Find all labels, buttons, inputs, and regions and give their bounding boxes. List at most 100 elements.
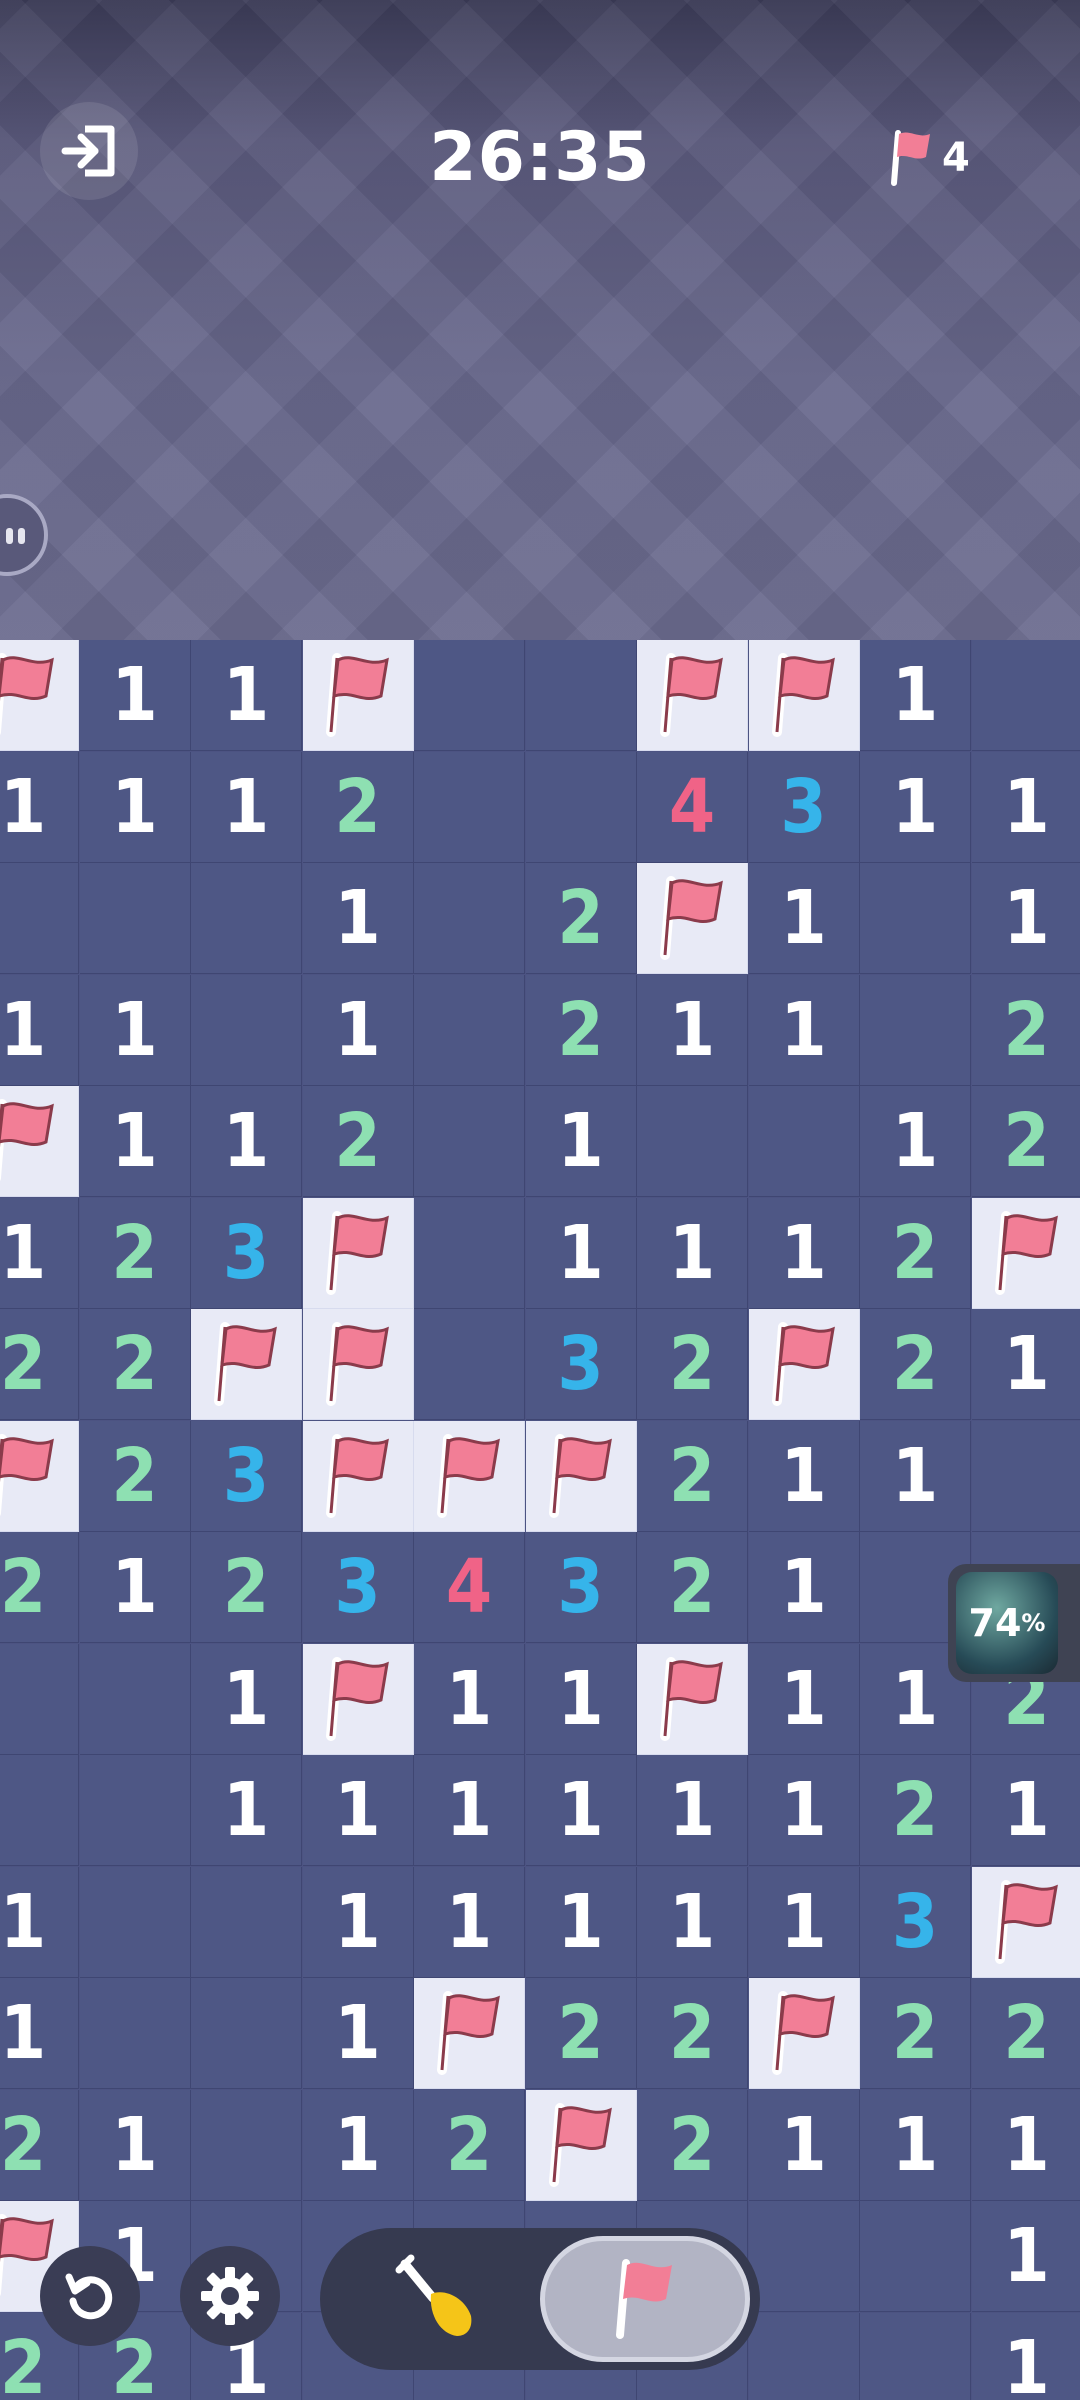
number-cell[interactable]: 2 xyxy=(0,1309,79,1420)
hidden-cell[interactable] xyxy=(971,640,1080,751)
number-cell[interactable]: 2 xyxy=(0,1532,79,1643)
number-cell[interactable]: 1 xyxy=(79,1532,191,1643)
number-cell[interactable]: 1 xyxy=(414,1755,525,1866)
number-cell[interactable]: 2 xyxy=(191,1532,302,1643)
settings-button[interactable] xyxy=(180,2246,280,2346)
hidden-cell[interactable] xyxy=(637,1086,748,1197)
flagged-cell[interactable] xyxy=(0,1086,79,1197)
floating-progress-widget[interactable]: 74% xyxy=(948,1564,1080,1682)
number-cell[interactable]: 1 xyxy=(525,1755,637,1866)
number-cell[interactable]: 2 xyxy=(79,1309,191,1420)
number-cell[interactable]: 2 xyxy=(860,1309,971,1420)
number-cell[interactable]: 1 xyxy=(302,1755,414,1866)
number-cell[interactable]: 2 xyxy=(637,1532,748,1643)
number-cell[interactable]: 3 xyxy=(191,1420,302,1532)
hidden-cell[interactable] xyxy=(971,1420,1080,1532)
number-cell[interactable]: 2 xyxy=(860,1197,971,1309)
hidden-cell[interactable] xyxy=(748,2312,860,2400)
number-cell[interactable]: 1 xyxy=(302,863,414,974)
number-cell[interactable]: 1 xyxy=(971,2312,1080,2400)
hidden-cell[interactable] xyxy=(79,863,191,974)
hidden-cell[interactable] xyxy=(414,863,525,974)
number-cell[interactable]: 1 xyxy=(860,1086,971,1197)
number-cell[interactable]: 1 xyxy=(637,1197,748,1309)
hidden-cell[interactable] xyxy=(414,1086,525,1197)
number-cell[interactable]: 1 xyxy=(79,751,191,863)
number-cell[interactable]: 1 xyxy=(525,1643,637,1755)
number-cell[interactable]: 1 xyxy=(79,1086,191,1197)
number-cell[interactable]: 1 xyxy=(748,1420,860,1532)
number-cell[interactable]: 1 xyxy=(0,1866,79,1978)
number-cell[interactable]: 1 xyxy=(971,863,1080,974)
hidden-cell[interactable] xyxy=(748,2201,860,2312)
number-cell[interactable]: 1 xyxy=(748,1866,860,1978)
hidden-cell[interactable] xyxy=(0,863,79,974)
number-cell[interactable]: 2 xyxy=(302,751,414,863)
hidden-cell[interactable] xyxy=(860,2312,971,2400)
hidden-cell[interactable] xyxy=(79,1978,191,2089)
flagged-cell[interactable] xyxy=(748,640,860,751)
flagged-cell[interactable] xyxy=(414,1420,525,1532)
number-cell[interactable]: 1 xyxy=(860,1420,971,1532)
flagged-cell[interactable] xyxy=(191,1309,302,1420)
number-cell[interactable]: 1 xyxy=(971,2089,1080,2201)
hidden-cell[interactable] xyxy=(860,974,971,1086)
hidden-cell[interactable] xyxy=(414,640,525,751)
flagged-cell[interactable] xyxy=(0,1420,79,1532)
flagged-cell[interactable] xyxy=(302,1197,414,1309)
number-cell[interactable]: 2 xyxy=(79,1197,191,1309)
hidden-cell[interactable] xyxy=(191,2089,302,2201)
hidden-cell[interactable] xyxy=(414,751,525,863)
flagged-cell[interactable] xyxy=(637,863,748,974)
number-cell[interactable]: 2 xyxy=(525,1978,637,2089)
number-cell[interactable]: 1 xyxy=(191,640,302,751)
number-cell[interactable]: 1 xyxy=(971,751,1080,863)
number-cell[interactable]: 1 xyxy=(637,1755,748,1866)
number-cell[interactable]: 2 xyxy=(637,1309,748,1420)
number-cell[interactable]: 1 xyxy=(79,2089,191,2201)
hidden-cell[interactable] xyxy=(414,1197,525,1309)
number-cell[interactable]: 1 xyxy=(748,2089,860,2201)
restart-button[interactable] xyxy=(40,2246,140,2346)
exit-button[interactable] xyxy=(40,102,138,200)
hidden-cell[interactable] xyxy=(191,974,302,1086)
flagged-cell[interactable] xyxy=(525,2089,637,2201)
number-cell[interactable]: 1 xyxy=(971,2201,1080,2312)
number-cell[interactable]: 3 xyxy=(302,1532,414,1643)
number-cell[interactable]: 1 xyxy=(302,1866,414,1978)
number-cell[interactable]: 1 xyxy=(525,1866,637,1978)
number-cell[interactable]: 1 xyxy=(748,1643,860,1755)
number-cell[interactable]: 4 xyxy=(414,1532,525,1643)
number-cell[interactable]: 1 xyxy=(525,1197,637,1309)
number-cell[interactable]: 3 xyxy=(191,1197,302,1309)
number-cell[interactable]: 1 xyxy=(748,1197,860,1309)
hidden-cell[interactable] xyxy=(79,1643,191,1755)
number-cell[interactable]: 1 xyxy=(971,1309,1080,1420)
number-cell[interactable]: 1 xyxy=(0,1978,79,2089)
number-cell[interactable]: 1 xyxy=(191,1086,302,1197)
number-cell[interactable]: 1 xyxy=(79,640,191,751)
flagged-cell[interactable] xyxy=(525,1420,637,1532)
flagged-cell[interactable] xyxy=(302,640,414,751)
number-cell[interactable]: 1 xyxy=(79,974,191,1086)
number-cell[interactable]: 1 xyxy=(0,751,79,863)
hidden-cell[interactable] xyxy=(748,1086,860,1197)
flagged-cell[interactable] xyxy=(637,640,748,751)
flag-mode-option[interactable] xyxy=(540,2236,750,2362)
number-cell[interactable]: 2 xyxy=(860,1755,971,1866)
number-cell[interactable]: 1 xyxy=(414,1643,525,1755)
flagged-cell[interactable] xyxy=(302,1643,414,1755)
number-cell[interactable]: 2 xyxy=(0,2089,79,2201)
hidden-cell[interactable] xyxy=(0,1643,79,1755)
number-cell[interactable]: 1 xyxy=(191,1755,302,1866)
hidden-cell[interactable] xyxy=(414,1309,525,1420)
side-panel-handle[interactable] xyxy=(0,494,48,576)
number-cell[interactable]: 2 xyxy=(525,974,637,1086)
number-cell[interactable]: 1 xyxy=(302,974,414,1086)
number-cell[interactable]: 1 xyxy=(860,640,971,751)
number-cell[interactable]: 2 xyxy=(637,2089,748,2201)
number-cell[interactable]: 1 xyxy=(637,974,748,1086)
flagged-cell[interactable] xyxy=(0,640,79,751)
number-cell[interactable]: 1 xyxy=(860,751,971,863)
number-cell[interactable]: 4 xyxy=(637,751,748,863)
